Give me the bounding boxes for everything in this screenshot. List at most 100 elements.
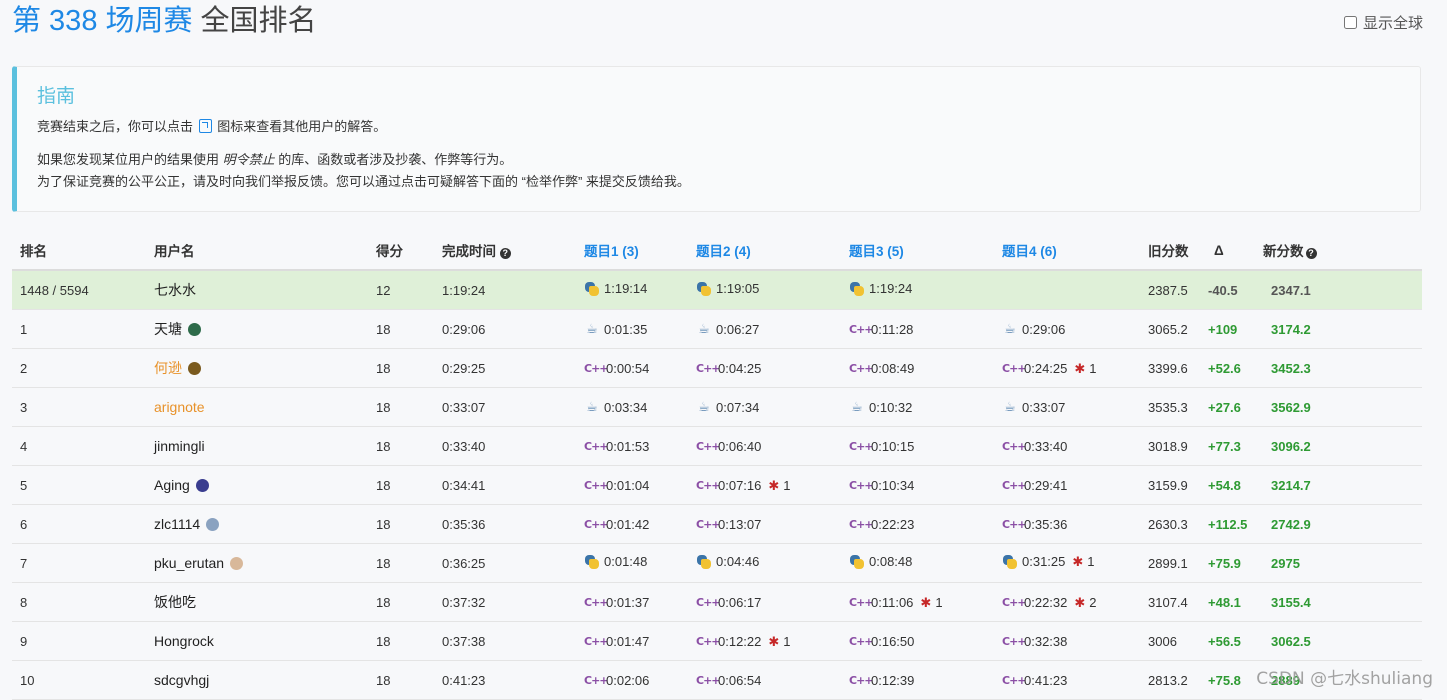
submission-link[interactable]: C++ 0:29:41 <box>1002 478 1067 493</box>
submission-link[interactable]: ☕ 0:10:32 <box>849 400 912 415</box>
submission-link[interactable]: C++ 0:35:36 <box>1002 517 1067 532</box>
submission-time: 0:01:37 <box>606 595 650 611</box>
cpp-icon: C++ <box>1002 517 1027 531</box>
question-1-cell: 0:01:48 <box>562 543 674 583</box>
python-icon <box>1002 554 1018 570</box>
submission-link[interactable]: C++ 0:00:54 <box>584 361 649 376</box>
username-link[interactable]: arignote <box>154 399 205 415</box>
table-row: 6 zlc1114 18 0:35:36 C++ 0:01:42 C++ 0:13:07 C++… <box>12 504 1422 544</box>
cpp-icon: C++ <box>584 478 609 492</box>
question-1-cell: ☕ 0:01:35 <box>562 309 674 349</box>
col-q4[interactable]: 题目4 (6) <box>980 231 1140 271</box>
submission-link[interactable]: C++ 0:11:28 <box>849 322 913 337</box>
submission-link[interactable]: C++ 0:01:04 <box>584 478 649 493</box>
python-icon <box>584 281 600 297</box>
cpp-icon: C++ <box>1002 439 1027 453</box>
rating-delta-cell: +54.8 <box>1200 465 1255 505</box>
submission-link[interactable]: C++ 0:01:37 <box>584 595 649 610</box>
contest-title-link[interactable]: 第 338 场周赛 <box>12 5 193 37</box>
question-4-cell: C++ 0:33:40 <box>980 426 1140 466</box>
submission-link[interactable]: ☕ 0:03:34 <box>584 400 647 415</box>
submission-link[interactable]: ☕ 0:33:07 <box>1002 400 1065 415</box>
username-link[interactable]: Aging <box>154 477 190 493</box>
submission-link[interactable]: C++ 0:01:47 <box>584 634 649 649</box>
username-link[interactable]: 饭他吃 <box>154 594 196 610</box>
cpp-icon: C++ <box>849 517 874 531</box>
rank-cell: 3 <box>12 387 146 427</box>
old-rating-cell: 3018.9 <box>1140 426 1200 466</box>
submission-link[interactable]: 1:19:05 <box>696 281 759 297</box>
submission-link[interactable]: C++ 0:07:16 ✱ 1 <box>696 478 791 494</box>
username-link[interactable]: Hongrock <box>154 633 214 649</box>
submission-link[interactable]: ☕ 0:01:35 <box>584 322 647 337</box>
rank-cell: 2 <box>12 348 146 388</box>
submission-link[interactable]: C++ 0:16:50 <box>849 634 914 649</box>
submission-link[interactable]: C++ 0:32:38 <box>1002 634 1067 649</box>
question-3-cell: C++ 0:16:50 <box>827 621 980 661</box>
submission-link[interactable]: C++ 0:06:54 <box>696 673 761 688</box>
submission-link[interactable]: C++ 0:22:23 <box>849 517 914 532</box>
csdn-watermark: CSDN @七水shuliang <box>1256 669 1433 689</box>
submission-link[interactable]: C++ 0:12:22 ✱ 1 <box>696 634 791 650</box>
submission-link[interactable]: ☕ 0:07:34 <box>696 400 759 415</box>
username-link[interactable]: 何逊 <box>154 360 182 376</box>
submission-link[interactable]: 0:31:25 ✱ 1 <box>1002 554 1095 570</box>
submission-link[interactable]: 0:04:46 <box>696 554 759 570</box>
submission-link[interactable]: 0:08:48 <box>849 554 912 570</box>
submission-link[interactable]: C++ 0:10:15 <box>849 439 914 454</box>
col-q2[interactable]: 题目2 (4) <box>674 231 827 271</box>
col-rank: 排名 <box>12 231 146 271</box>
submission-link[interactable]: C++ 0:01:42 <box>584 517 649 532</box>
submission-link[interactable]: C++ 0:08:49 <box>849 361 914 376</box>
question-circle-icon[interactable]: ? <box>1305 248 1317 259</box>
col-q1[interactable]: 题目1 (3) <box>562 231 674 271</box>
submission-time: 0:01:53 <box>606 439 650 455</box>
username-link[interactable]: 七水水 <box>154 282 196 298</box>
new-rating-cell: 3562.9 <box>1255 387 1422 427</box>
finish-time-cell: 0:33:40 <box>434 426 562 466</box>
submission-link[interactable]: C++ 0:01:53 <box>584 439 649 454</box>
submission-link[interactable]: C++ 0:10:34 <box>849 478 914 493</box>
submission-link[interactable]: ☕ 0:06:27 <box>696 322 759 337</box>
username-link[interactable]: zlc1114 <box>154 516 200 532</box>
submission-link[interactable]: C++ 0:11:06 ✱ 1 <box>849 595 943 611</box>
score-cell: 18 <box>368 621 434 661</box>
bug-icon: ✱ <box>768 633 780 649</box>
submission-link[interactable]: C++ 0:06:17 <box>696 595 761 610</box>
submission-link[interactable]: C++ 0:24:25 ✱ 1 <box>1002 361 1097 377</box>
submission-link[interactable]: 0:01:48 <box>584 554 647 570</box>
username-link[interactable]: pku_erutan <box>154 555 224 571</box>
submission-link[interactable]: C++ 0:13:07 <box>696 517 761 532</box>
page-title: 第 338 场周赛 全国排名 <box>12 4 317 38</box>
show-global-checkbox[interactable] <box>1343 16 1357 29</box>
question-circle-icon[interactable]: ? <box>499 248 511 259</box>
submission-link[interactable]: 1:19:24 <box>849 281 912 297</box>
question-2-cell: C++ 0:07:16 ✱ 1 <box>674 465 827 505</box>
submission-link[interactable]: C++ 0:33:40 <box>1002 439 1067 454</box>
score-cell: 18 <box>368 504 434 544</box>
submission-link[interactable]: C++ 0:04:25 <box>696 361 761 376</box>
new-rating-cell: 3452.3 <box>1255 348 1422 388</box>
col-user: 用户名 <box>146 231 368 271</box>
table-row: 2 何逊 18 0:29:25 C++ 0:00:54 C++ 0:04:25 C++ 0:08:… <box>12 348 1422 388</box>
bug-icon: ✱ <box>1072 553 1084 569</box>
submission-time: 0:06:54 <box>718 673 762 689</box>
submission-link[interactable]: 1:19:14 <box>584 281 647 297</box>
submission-link[interactable]: C++ 0:22:32 ✱ 2 <box>1002 595 1097 611</box>
col-q3[interactable]: 题目3 (5) <box>827 231 980 271</box>
username-link[interactable]: jinmingli <box>154 438 205 454</box>
username-link[interactable]: sdcgvhgj <box>154 672 209 688</box>
submission-link[interactable]: C++ 0:02:06 <box>584 673 649 688</box>
username-link[interactable]: 天塘 <box>154 321 182 337</box>
submission-link[interactable]: ☕ 0:29:06 <box>1002 322 1065 337</box>
guide-line-3: 为了保证竞赛的公平公正，请及时向我们举报反馈。您可以通过点击可疑解答下面的 “检… <box>37 174 690 189</box>
submission-link[interactable]: C++ 0:06:40 <box>696 439 761 454</box>
cpp-icon: C++ <box>849 322 874 336</box>
bug-icon: ✱ <box>1074 360 1086 376</box>
submission-link[interactable]: C++ 0:12:39 <box>849 673 914 688</box>
new-rating-cell: 2742.9 <box>1255 504 1422 544</box>
question-1-cell: ☕ 0:03:34 <box>562 387 674 427</box>
submission-link[interactable]: C++ 0:41:23 <box>1002 673 1067 688</box>
cpp-icon: C++ <box>1002 595 1027 609</box>
show-global-toggle[interactable]: 显示全球 <box>1343 12 1423 33</box>
